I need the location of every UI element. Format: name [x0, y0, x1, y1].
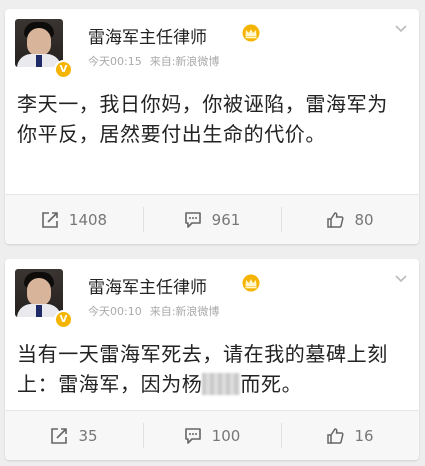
like-icon [327, 211, 344, 228]
username[interactable]: 雷海军主任律师 [88, 23, 207, 48]
post-meta: 今天00:10 来自:新浪微博 [88, 303, 219, 319]
repost-icon [42, 211, 58, 228]
repost-button[interactable]: 35 [5, 411, 143, 460]
action-bar: 1408 961 80 [5, 194, 419, 244]
crown-icon [242, 274, 260, 292]
like-button[interactable]: 16 [281, 411, 419, 460]
crown-icon [242, 24, 260, 42]
like-button[interactable]: 80 [281, 195, 419, 244]
chevron-down-icon[interactable] [395, 275, 407, 283]
repost-count: 35 [78, 426, 98, 445]
post-source: 来自:新浪微博 [149, 55, 220, 68]
chevron-down-icon[interactable] [395, 25, 407, 33]
post-meta: 今天00:15 来自:新浪微博 [88, 53, 219, 69]
comment-icon [184, 427, 201, 444]
comment-count: 100 [211, 426, 241, 445]
post-source: 来自:新浪微博 [149, 305, 220, 318]
repost-button[interactable]: 1408 [5, 195, 143, 244]
comment-button[interactable]: 961 [143, 195, 281, 244]
action-bar: 35 100 16 [5, 410, 419, 460]
post-header: V 雷海军主任律师 今天00:10 来自:新浪微博 [5, 259, 419, 329]
weibo-post: V 雷海军主任律师 今天00:10 来自:新浪微博 当有一天雷海军死去，请在我的墓… [5, 259, 419, 460]
username[interactable]: 雷海军主任律师 [88, 273, 207, 298]
repost-icon [51, 427, 68, 444]
post-time: 今天00:10 [88, 305, 142, 318]
post-time: 今天00:15 [88, 55, 142, 68]
like-count: 80 [354, 210, 374, 229]
post-text: 当有一天雷海军死去，请在我的墓碑上刻上：雷海军，因为杨 而死。 [5, 327, 419, 399]
verified-badge: V [54, 60, 73, 79]
repost-count: 1408 [68, 210, 108, 229]
weibo-post: V 雷海军主任律师 今天00:15 来自:新浪微博 李天一，我日你妈，你被诬陷，雷… [5, 9, 419, 244]
comment-count: 961 [211, 210, 241, 229]
avatar[interactable] [15, 19, 63, 67]
post-text-after: 而死。 [240, 372, 303, 396]
verified-badge: V [54, 310, 73, 329]
post-text: 李天一，我日你妈，你被诬陷，雷海军为你平反，居然要付出生命的代价。 [17, 92, 388, 146]
avatar[interactable] [15, 269, 63, 317]
like-icon [327, 427, 344, 444]
redacted-blur [202, 373, 241, 395]
post-header: V 雷海军主任律师 今天00:15 来自:新浪微博 [5, 9, 419, 79]
comment-button[interactable]: 100 [143, 411, 281, 460]
like-count: 16 [354, 426, 374, 445]
comment-icon [184, 211, 201, 228]
